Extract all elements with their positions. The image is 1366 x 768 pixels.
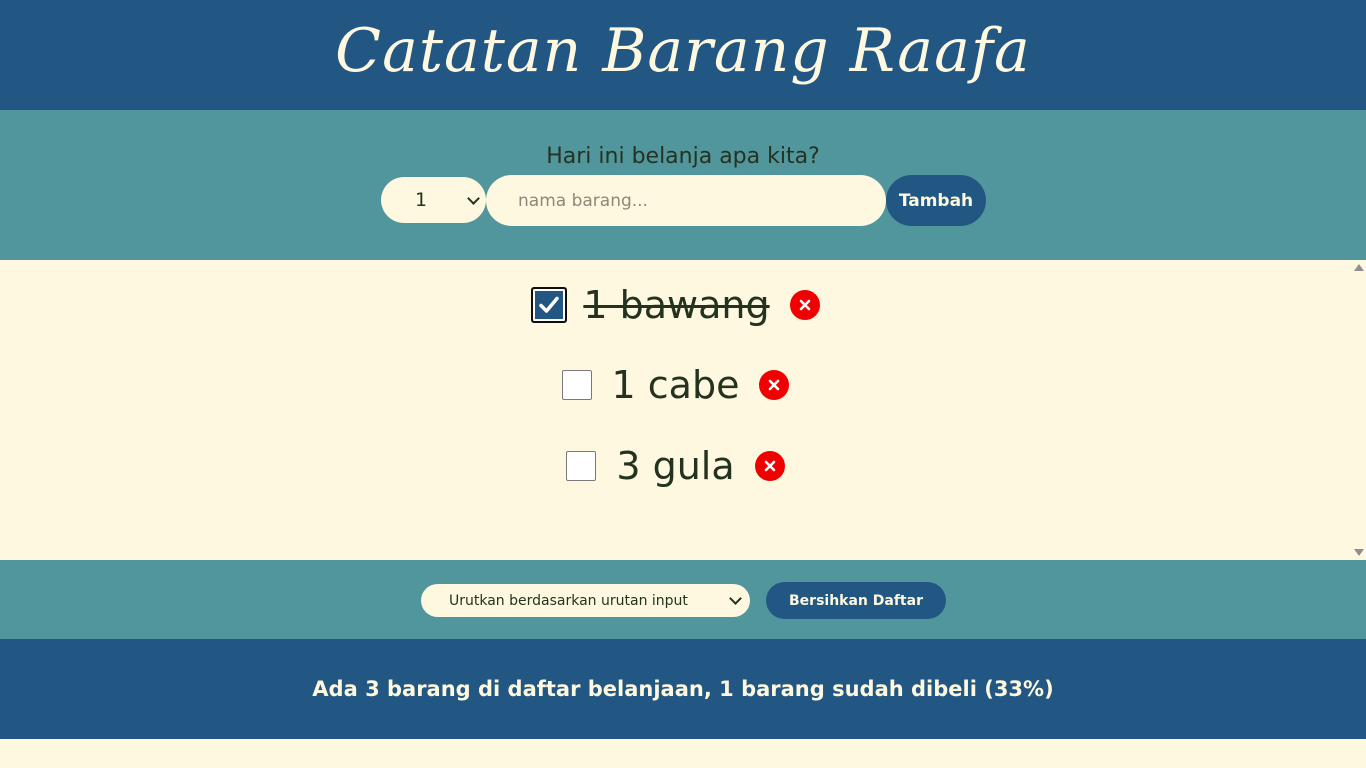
add-item-form: Hari ini belanja apa kita? 1 Tambah	[0, 110, 1366, 260]
close-icon	[769, 379, 780, 391]
page-title: Catatan Barang Raafa	[335, 16, 1031, 86]
list-actions: Urutkan berdasarkan urutan input Bersihk…	[0, 560, 1366, 639]
item-label: 1 cabe	[611, 363, 740, 407]
form-prompt: Hari ini belanja apa kita?	[546, 144, 820, 169]
item-label: 1 bawang	[583, 283, 770, 327]
app-header: Catatan Barang Raafa	[0, 0, 1366, 110]
list-item: 1 bawang	[0, 280, 1351, 330]
stats-footer: Ada 3 barang di daftar belanjaan, 1 bara…	[0, 639, 1366, 739]
clear-list-button[interactable]: Bersihkan Daftar	[766, 582, 946, 619]
quantity-select[interactable]: 1	[381, 177, 486, 223]
item-label: 3 gula	[616, 444, 735, 488]
list-item: 3 gula	[0, 441, 1351, 491]
chevron-down-icon	[729, 592, 742, 605]
delete-item-button[interactable]	[759, 370, 790, 400]
item-checkbox[interactable]	[566, 451, 597, 481]
page-bottom	[0, 739, 1366, 768]
sort-select[interactable]: Urutkan berdasarkan urutan input	[421, 584, 750, 617]
list-item: 1 cabe	[0, 360, 1351, 410]
close-icon	[764, 460, 775, 472]
list-scrollbar[interactable]	[1351, 260, 1366, 560]
close-icon	[799, 299, 810, 311]
chevron-down-icon	[467, 191, 480, 205]
quantity-value: 1	[415, 189, 428, 211]
add-button[interactable]: Tambah	[886, 175, 986, 226]
stats-text: Ada 3 barang di daftar belanjaan, 1 bara…	[312, 677, 1054, 701]
checkmark-icon	[539, 296, 560, 313]
scroll-down-arrow-icon[interactable]	[1354, 549, 1364, 556]
item-checkbox[interactable]	[561, 370, 592, 400]
item-name-input[interactable]	[486, 175, 886, 226]
item-list: 1 bawang 1 cabe 3 gula	[0, 260, 1366, 560]
sort-value: Urutkan berdasarkan urutan input	[449, 592, 688, 609]
delete-item-button[interactable]	[789, 290, 820, 320]
delete-item-button[interactable]	[754, 451, 785, 481]
item-checkbox[interactable]	[531, 287, 568, 323]
scroll-up-arrow-icon[interactable]	[1354, 264, 1364, 271]
